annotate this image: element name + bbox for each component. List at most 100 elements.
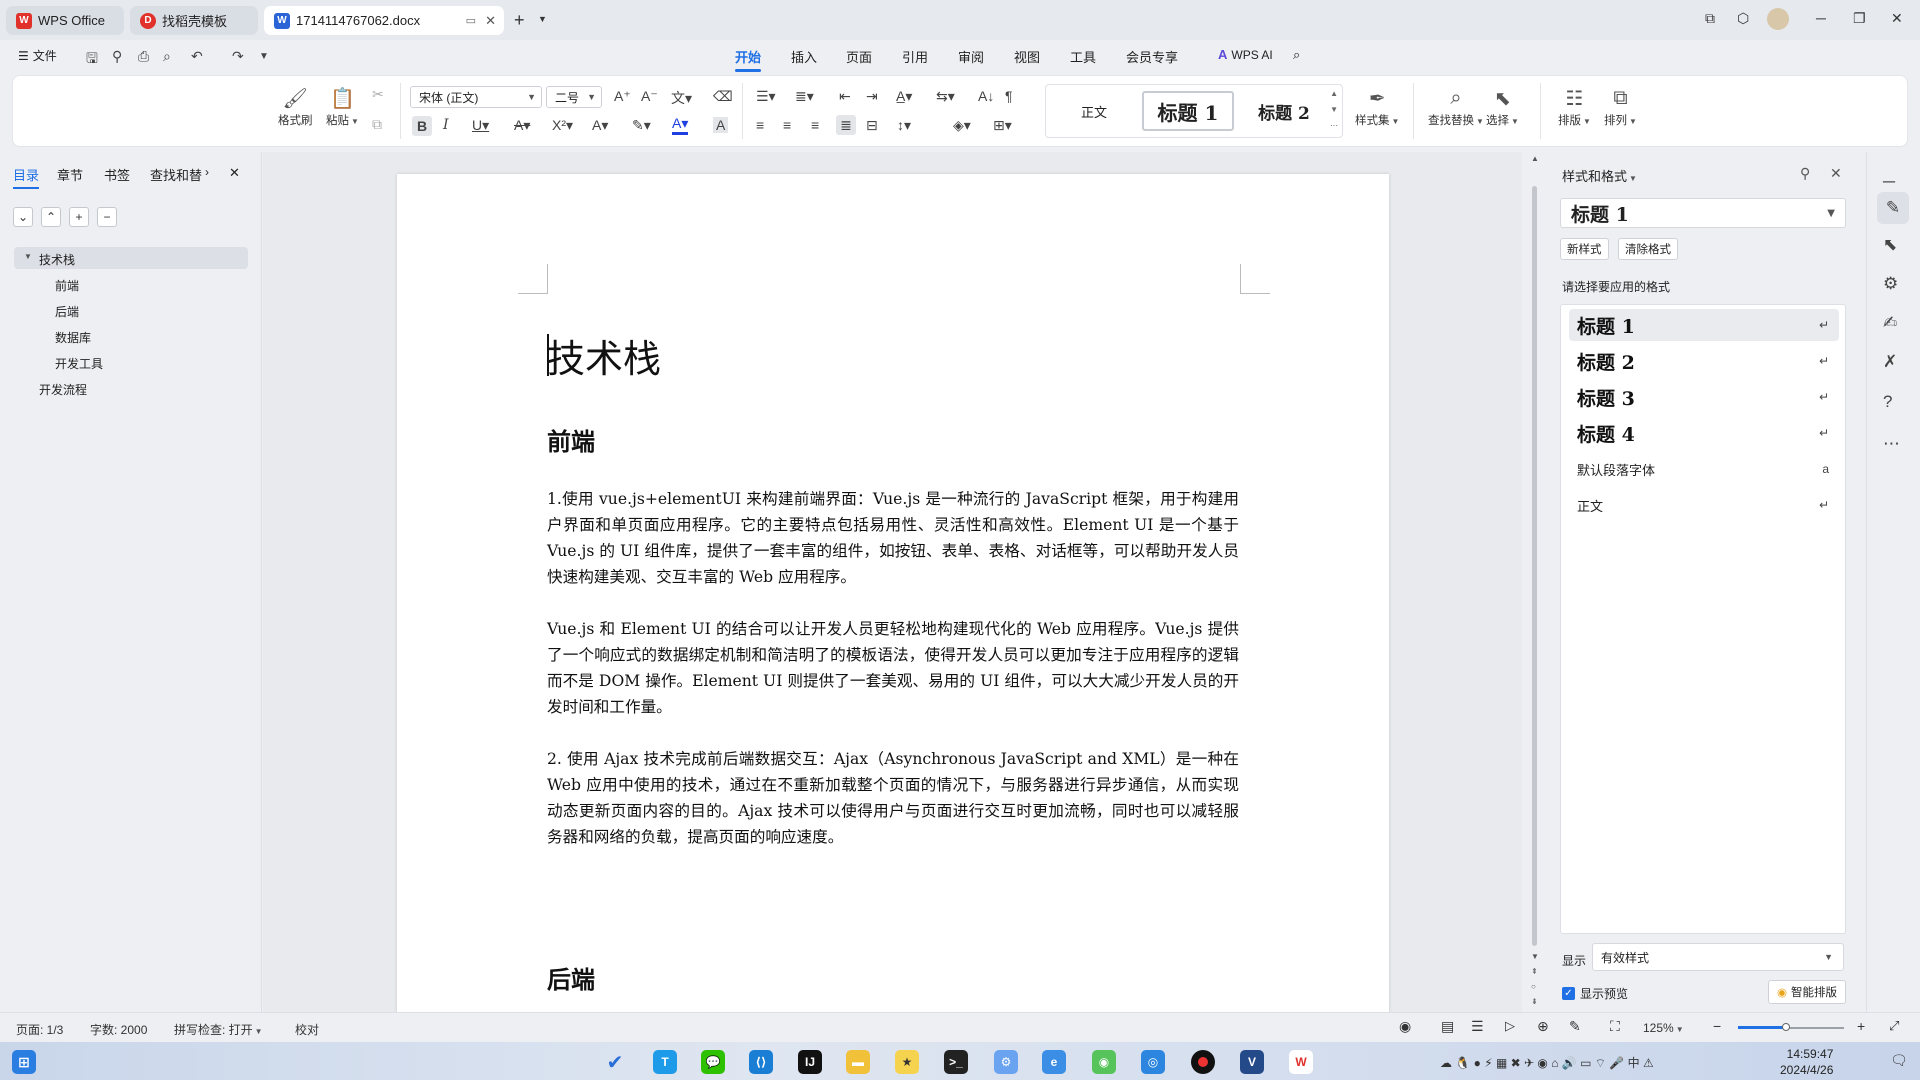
increase-indent-icon[interactable]: ⇥	[866, 88, 878, 105]
app-icon-t[interactable]: T	[653, 1050, 677, 1074]
todo-app-icon[interactable]: ✔	[603, 1050, 627, 1074]
close-pane-icon[interactable]: ✕	[229, 165, 240, 181]
style-heading2-tile[interactable]: 标题 2	[1242, 91, 1326, 131]
open-icon[interactable]: ⚲	[112, 48, 122, 65]
decrease-indent-icon[interactable]: ⇤	[839, 88, 851, 105]
line-spacing-icon[interactable]: ↕▾	[897, 117, 911, 134]
style-item-heading1[interactable]: 标题 1 ↵	[1569, 309, 1839, 341]
caret-down-icon[interactable]: ▼	[24, 252, 32, 261]
write-mode-icon[interactable]: ✎	[1569, 1018, 1581, 1035]
close-window-icon[interactable]: ✕	[1891, 10, 1903, 27]
grow-font-icon[interactable]: A⁺	[614, 88, 631, 105]
file-explorer-icon[interactable]: ▬	[846, 1050, 870, 1074]
italic-icon[interactable]: I	[443, 117, 449, 133]
text-effect-icon[interactable]: A▾	[592, 117, 608, 134]
style-item-normal[interactable]: 正文 ↵	[1569, 489, 1839, 521]
zoom-select[interactable]: 125% ▼	[1643, 1021, 1684, 1035]
spell-check-toggle[interactable]: 拼写检查: 打开 ▼	[174, 1021, 263, 1038]
typeset-button[interactable]: ☷ 排版 ▼	[1558, 84, 1591, 128]
style-heading1-tile[interactable]: 标题 1	[1142, 91, 1234, 131]
network-app-icon[interactable]: ⚙	[994, 1050, 1018, 1074]
font-size-select[interactable]: 二号 ▼	[546, 86, 602, 108]
bold-icon[interactable]: B	[412, 116, 432, 136]
chat-app-icon[interactable]: ◎	[1141, 1050, 1165, 1074]
tray-icons[interactable]: ☁ 🐧 ● ⚡ ▦ ✖ ✈ ◉ ⌂ 🔊 ▭ ⌔ 🎤 中 ⚠	[1440, 1054, 1654, 1071]
window-mode-icon[interactable]: ▭	[466, 14, 476, 27]
eye-protection-icon[interactable]: ◉	[1399, 1018, 1411, 1035]
chevron-right-icon[interactable]: ›	[205, 165, 209, 179]
char-shading-icon[interactable]: A	[713, 117, 729, 133]
tab-page[interactable]: 页面	[846, 47, 872, 66]
select-button[interactable]: ⬉ 选择 ▼	[1486, 84, 1519, 128]
phonetic-guide-icon[interactable]: 文▾	[671, 88, 692, 108]
select-object-icon[interactable]: ⬉	[1883, 235, 1897, 255]
tab-references[interactable]: 引用	[902, 47, 928, 66]
fullscreen-icon[interactable]: ⤢	[1889, 1018, 1899, 1034]
arrange-button[interactable]: ⧉ 排列 ▼	[1604, 84, 1637, 128]
numbering-icon[interactable]: ≣▾	[795, 88, 814, 105]
tab-tools[interactable]: 工具	[1070, 47, 1096, 66]
show-filter-select[interactable]: 有效样式 ▼	[1592, 943, 1844, 971]
save-icon[interactable]: 🖫	[86, 48, 98, 72]
wps-ai-button[interactable]: A WPS AI	[1218, 47, 1273, 62]
style-item-default-font[interactable]: 默认段落字体 a	[1569, 453, 1839, 485]
new-style-button[interactable]: 新样式	[1560, 238, 1609, 260]
close-panel-icon[interactable]: ✕	[1830, 165, 1842, 182]
help-icon[interactable]: ?	[1883, 392, 1892, 412]
windows-start-icon[interactable]: ⊞	[12, 1050, 36, 1074]
text-direction-icon[interactable]: ⇆▾	[936, 88, 955, 105]
tab-member[interactable]: 会员专享	[1126, 47, 1178, 66]
review-icon[interactable]: ✍	[1883, 313, 1897, 333]
paragraph-3[interactable]: 2. 使用 Ajax 技术完成前后端数据交互：Ajax（Asynchronous…	[547, 746, 1239, 850]
shading-icon[interactable]: ◈▾	[953, 117, 971, 134]
current-style-select[interactable]: 标题 1 ▼	[1560, 198, 1846, 228]
page-view-icon[interactable]: ▤	[1441, 1018, 1454, 1035]
font-name-select[interactable]: 宋体 (正文) ▼	[410, 86, 542, 108]
jetbrains-icon[interactable]: IJ	[798, 1050, 822, 1074]
remove-heading-icon[interactable]: −	[97, 207, 117, 227]
heading-backend[interactable]: 后端	[547, 960, 595, 995]
collapse-icon[interactable]: ⌃	[41, 207, 61, 227]
vscode-icon[interactable]: ⟨⟩	[749, 1050, 773, 1074]
paragraph-2[interactable]: Vue.js 和 Element UI 的结合可以让开发人员更轻松地构建现代化的…	[547, 616, 1239, 720]
prev-page-icon[interactable]: ⇞	[1531, 967, 1538, 976]
tools-icon[interactable]: ✗	[1883, 352, 1897, 372]
heading-frontend[interactable]: 前端	[547, 422, 595, 457]
toc-item-database[interactable]: 数据库	[55, 329, 91, 346]
file-menu[interactable]: ☰ 文件	[18, 47, 57, 64]
record-icon[interactable]	[1191, 1050, 1215, 1074]
more-styles-icon[interactable]: ⋯	[1330, 121, 1338, 130]
style-item-heading3[interactable]: 标题 3 ↵	[1569, 381, 1839, 413]
document-page[interactable]	[397, 174, 1389, 1014]
toc-item-dev-tools[interactable]: 开发工具	[55, 355, 103, 372]
wechat-icon[interactable]: 💬	[701, 1050, 725, 1074]
adjust-icon[interactable]: ⚙	[1883, 274, 1898, 294]
system-clock[interactable]: 14:59:47 2024/4/26	[1780, 1046, 1833, 1078]
justify-icon[interactable]: ≣	[836, 115, 856, 135]
layout-icon[interactable]: ⧉	[1705, 10, 1715, 27]
web-view-icon[interactable]: ⊕	[1537, 1018, 1549, 1035]
scrollbar-thumb[interactable]	[1532, 186, 1537, 946]
tab-document[interactable]: W 1714114767062.docx ▭ ✕	[264, 6, 504, 35]
fit-page-icon[interactable]: ⛶	[1610, 1018, 1620, 1035]
nav-tab-find[interactable]: 查找和替	[150, 165, 202, 184]
bullets-icon[interactable]: ☰▾	[756, 88, 776, 105]
play-icon[interactable]: ▷	[1505, 1018, 1515, 1034]
tab-home[interactable]: 开始	[735, 47, 762, 72]
zoom-slider-handle[interactable]	[1782, 1023, 1790, 1031]
search-icon[interactable]: ⌕	[1293, 47, 1300, 63]
minimize-icon[interactable]: ─	[1816, 10, 1826, 26]
align-right-icon[interactable]: ≡	[811, 117, 819, 133]
word-count[interactable]: 字数: 2000	[90, 1021, 147, 1038]
clear-format-button[interactable]: 清除格式	[1618, 238, 1678, 260]
eraser-icon[interactable]: ⌫	[713, 88, 733, 105]
chevron-down-icon[interactable]: ▼	[259, 51, 269, 62]
chinese-layout-icon[interactable]: A̲▾	[896, 88, 912, 105]
redo-icon[interactable]: ↷	[232, 48, 244, 65]
maps-icon[interactable]: ◉	[1092, 1050, 1116, 1074]
font-color-icon[interactable]: A▾	[672, 115, 689, 135]
align-center-icon[interactable]: ≡	[783, 117, 791, 133]
undo-icon[interactable]: ↶	[191, 48, 203, 65]
paste-button[interactable]: 📋 粘贴 ▼	[326, 84, 359, 128]
style-set-button[interactable]: ✒ 样式集 ▼	[1355, 84, 1399, 128]
